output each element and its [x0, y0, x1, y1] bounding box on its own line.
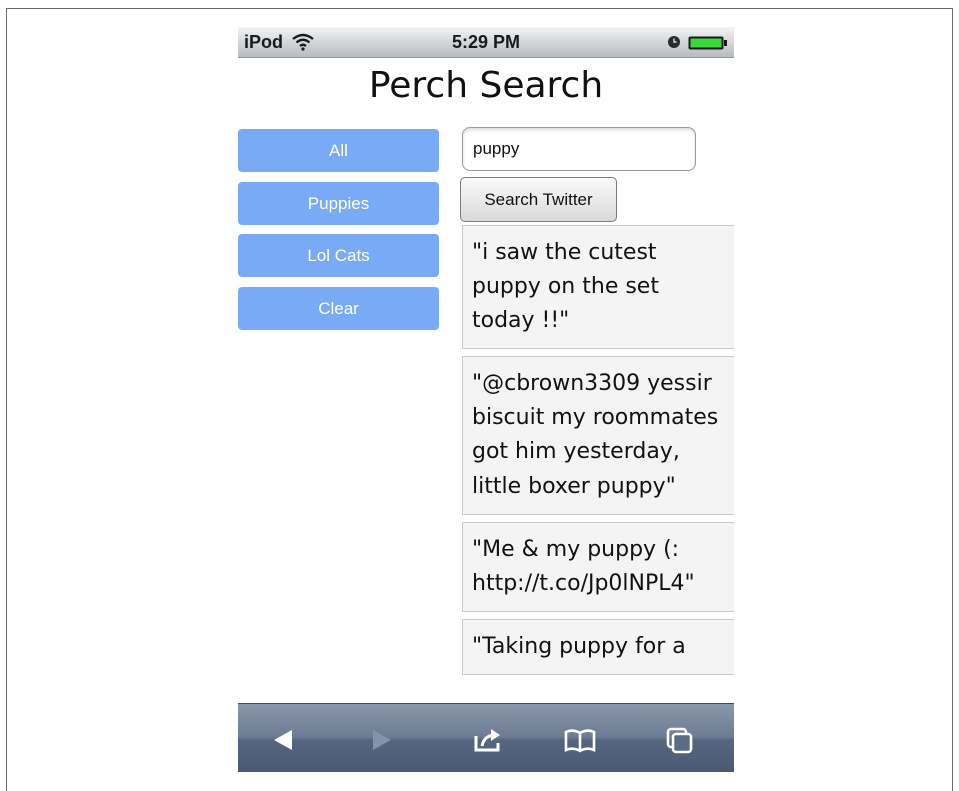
browser-toolbar — [238, 703, 734, 772]
filter-all-button[interactable]: All — [238, 129, 439, 172]
filter-lolcats-button[interactable]: Lol Cats — [238, 234, 439, 277]
search-twitter-button[interactable]: Search Twitter — [460, 177, 617, 222]
page-title: Perch Search — [368, 65, 604, 106]
tweet-item: "Taking puppy for a — [462, 618, 734, 675]
bookmarks-icon[interactable] — [562, 726, 598, 754]
tweet-item: "Me & my puppy (: http://t.co/Jp0lNPL4" — [462, 521, 734, 612]
tweet-item: "@cbrown3309 yessir biscuit my roommates… — [462, 356, 734, 515]
status-time: 5:29 PM — [451, 32, 521, 52]
clear-button[interactable]: Clear — [238, 287, 439, 330]
pages-icon[interactable] — [662, 726, 698, 754]
tweet-item: "i saw the cutest puppy on the set today… — [462, 225, 734, 350]
tweet-results-list: "i saw the cutest puppy on the set today… — [462, 225, 734, 682]
filter-puppies-button[interactable]: Puppies — [238, 182, 439, 225]
back-icon[interactable] — [266, 726, 302, 754]
status-bar: iPod 5:29 PM — [238, 27, 734, 58]
share-icon[interactable] — [470, 726, 506, 754]
phone-screen: iPod 5:29 PM Perch Search All Puppies Lo… — [238, 27, 734, 772]
search-input[interactable] — [462, 127, 696, 171]
battery-icon — [688, 36, 727, 50]
forward-icon[interactable] — [363, 726, 399, 754]
clock-icon — [668, 36, 680, 48]
